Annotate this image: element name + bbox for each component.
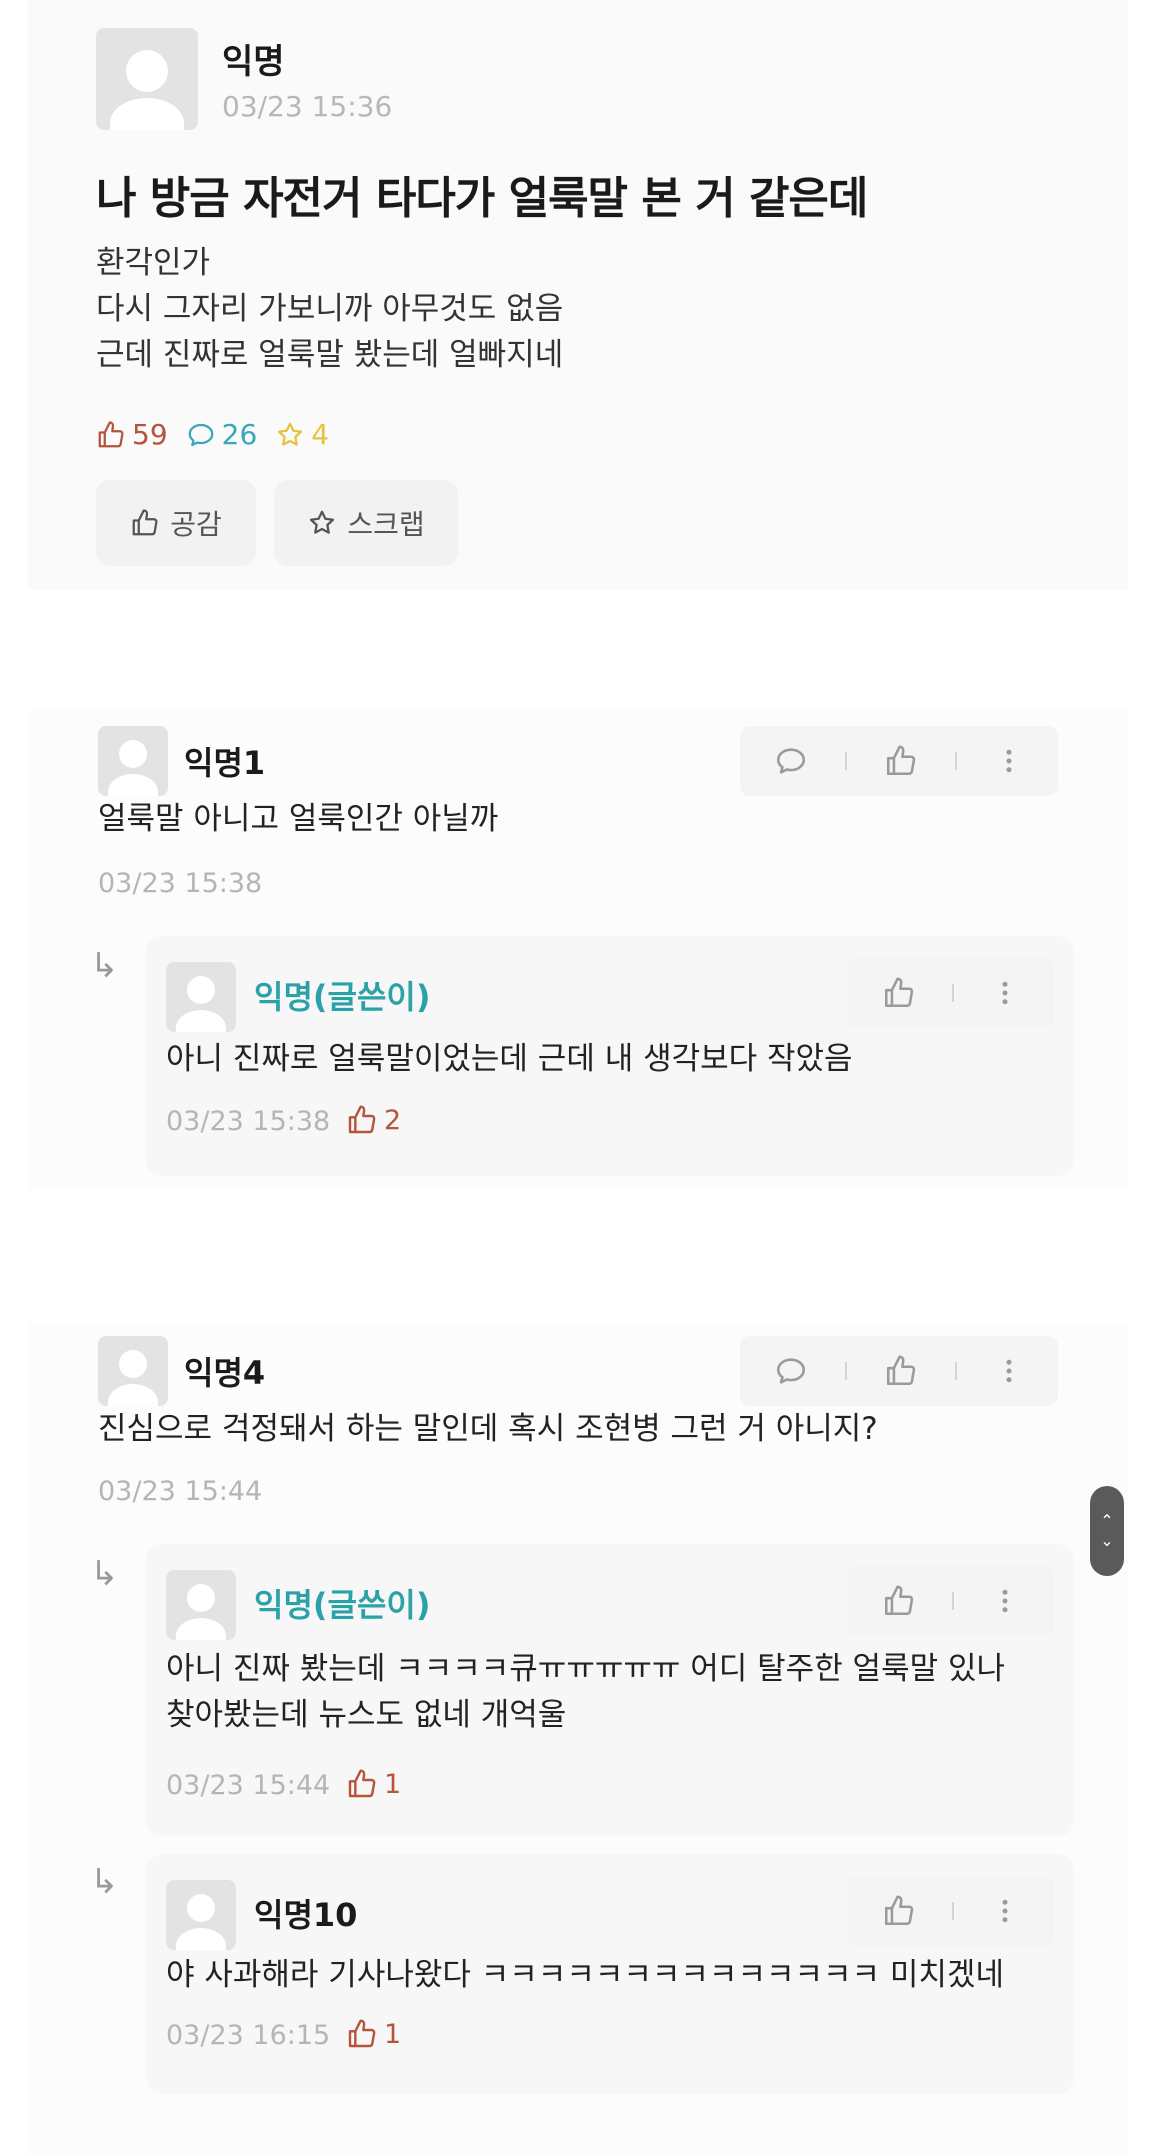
- thumbs-up-icon: [884, 1354, 918, 1388]
- avatar: [166, 1570, 236, 1640]
- reply-like-count: 2: [346, 1104, 401, 1136]
- comment-thread: 익명4 진심으로 걱정돼서 하는 말인데 혹시 조현병 그런 거 아니지? 03…: [28, 1322, 1128, 2155]
- more-vertical-icon: [994, 1354, 1024, 1388]
- post-body: 환각인가 다시 그자리 가보니까 아무것도 없음 근데 진짜로 얼룩말 봤는데 …: [96, 240, 563, 378]
- post-title: 나 방금 자전거 타다가 얼룩말 본 거 같은데: [96, 173, 868, 224]
- like-button-label: 공감: [170, 508, 222, 541]
- more-options-button[interactable]: [990, 1584, 1020, 1618]
- comment-like-button[interactable]: [884, 1354, 918, 1388]
- reply-card: 익명10 야 사과해라 기사나왔다 ㅋㅋㅋㅋㅋㅋㅋㅋㅋㅋㅋㅋㅋㅋ 미치겠네 03…: [146, 1854, 1074, 2094]
- post-stats: 59 26 4: [96, 418, 347, 451]
- reply-text: 야 사과해라 기사나왔다 ㅋㅋㅋㅋㅋㅋㅋㅋㅋㅋㅋㅋㅋㅋ 미치겠네: [166, 1957, 1004, 1993]
- comment-date: 03/23 15:44: [98, 1476, 263, 1507]
- comment-bubble-icon: [774, 1354, 808, 1388]
- chevron-down-icon: ⌄: [1100, 1531, 1114, 1550]
- reply-like-value: 2: [384, 1104, 402, 1136]
- thumbs-up-icon: [882, 1894, 916, 1928]
- reply-text-line: 아니 진짜 봤는데 ㅋㅋㅋㅋ큐ㅠㅠㅠㅠㅠ 어디 탈주한 얼룩말 있나: [166, 1651, 1006, 1687]
- comment-author: 익명1: [184, 744, 266, 782]
- thumbs-up-icon: [882, 976, 916, 1010]
- like-button[interactable]: 공감: [96, 480, 256, 566]
- thumbs-up-icon: [346, 1104, 378, 1136]
- post-date: 03/23 15:36: [222, 90, 393, 123]
- reply-author: 익명(글쓴이): [254, 1586, 431, 1624]
- reply-text-line: 찾아봤는데 뉴스도 없네 개억울: [166, 1697, 567, 1733]
- more-vertical-icon: [990, 976, 1020, 1010]
- reply-like-count: 1: [346, 2018, 401, 2050]
- more-vertical-icon: [990, 1894, 1020, 1928]
- reply-actions: [848, 1876, 1054, 1946]
- comment-bubble-icon: [186, 420, 216, 450]
- comment-text: 진심으로 걱정돼서 하는 말인데 혹시 조현병 그런 거 아니지?: [98, 1411, 878, 1447]
- avatar: [166, 962, 236, 1032]
- comment-count-value: 26: [221, 418, 258, 451]
- more-options-button[interactable]: [994, 1354, 1024, 1388]
- reply-like-value: 1: [384, 2018, 402, 2050]
- thumbs-up-icon: [96, 420, 126, 450]
- comment-like-button[interactable]: [884, 744, 918, 778]
- thumbs-up-icon: [884, 744, 918, 778]
- reply-button[interactable]: [774, 1354, 808, 1388]
- post-body-line: 환각인가: [96, 245, 211, 281]
- thumbs-up-icon: [346, 1768, 378, 1800]
- comment-bubble-icon: [774, 744, 808, 778]
- comment-text: 얼룩말 아니고 얼룩인간 아닐까: [98, 801, 499, 837]
- avatar: [98, 726, 168, 796]
- more-vertical-icon: [994, 744, 1024, 778]
- reply-date: 03/23 16:15: [166, 2020, 331, 2051]
- like-count: 59: [96, 418, 168, 451]
- comment-actions: [740, 726, 1058, 796]
- more-options-button[interactable]: [994, 744, 1024, 778]
- chevron-up-icon: ⌃: [1100, 1511, 1114, 1530]
- thumbs-up-icon: [882, 1584, 916, 1618]
- reply-like-button[interactable]: [882, 1584, 916, 1618]
- avatar: [166, 1880, 236, 1950]
- reply-like-count: 1: [346, 1768, 401, 1800]
- reply-author: 익명(글쓴이): [254, 978, 431, 1016]
- reply-arrow-icon: ↳: [90, 946, 119, 986]
- post-body-line: 다시 그자리 가보니까 아무것도 없음: [96, 291, 564, 327]
- reply-arrow-icon: ↳: [90, 1862, 119, 1902]
- thumbs-up-icon: [346, 2018, 378, 2050]
- more-vertical-icon: [990, 1584, 1020, 1618]
- reply-text: 아니 진짜로 얼룩말이었는데 근데 내 생각보다 작았음: [166, 1041, 853, 1077]
- reply-button[interactable]: [774, 744, 808, 778]
- avatar: [98, 1336, 168, 1406]
- avatar: [96, 28, 198, 130]
- reply-author: 익명10: [254, 1896, 358, 1934]
- scrap-count: 4: [275, 418, 329, 451]
- thumbs-up-icon: [130, 508, 160, 538]
- comment-date: 03/23 15:38: [98, 868, 263, 899]
- scrap-count-value: 4: [311, 418, 330, 451]
- more-options-button[interactable]: [990, 1894, 1020, 1928]
- reply-like-value: 1: [384, 1768, 402, 1800]
- post-author: 익명: [222, 42, 285, 82]
- reply-card: 익명(글쓴이) 아니 진짜로 얼룩말이었는데 근데 내 생각보다 작았음 03/…: [146, 936, 1074, 1176]
- reply-card: 익명(글쓴이) 아니 진짜 봤는데 ㅋㅋㅋㅋ큐ㅠㅠㅠㅠㅠ 어디 탈주한 얼룩말 …: [146, 1544, 1074, 1836]
- like-count-value: 59: [132, 418, 168, 451]
- star-icon: [275, 420, 305, 450]
- comment-thread: 익명1 얼룩말 아니고 얼룩인간 아닐까 03/23 15:38 ↳ 익명(글쓴…: [28, 710, 1128, 1190]
- reply-date: 03/23 15:38: [166, 1106, 331, 1137]
- reply-like-button[interactable]: [882, 976, 916, 1010]
- reply-arrow-icon: ↳: [90, 1554, 119, 1594]
- scrap-button-label: 스크랩: [347, 508, 425, 541]
- reply-actions: [848, 958, 1054, 1028]
- comment-count: 26: [186, 418, 258, 451]
- comment-author: 익명4: [184, 1354, 266, 1392]
- post-body-line: 근데 진짜로 얼룩말 봤는데 얼빠지네: [96, 337, 564, 373]
- reply-date: 03/23 15:44: [166, 1770, 331, 1801]
- reply-actions: [848, 1566, 1054, 1636]
- scrap-button[interactable]: 스크랩: [274, 480, 458, 566]
- star-icon: [307, 508, 337, 538]
- scroll-handle[interactable]: ⌃ ⌄: [1090, 1486, 1124, 1576]
- comment-actions: [740, 1336, 1058, 1406]
- reply-like-button[interactable]: [882, 1894, 916, 1928]
- more-options-button[interactable]: [990, 976, 1020, 1010]
- post-card: 익명 03/23 15:36 나 방금 자전거 타다가 얼룩말 본 거 같은데 …: [28, 0, 1128, 590]
